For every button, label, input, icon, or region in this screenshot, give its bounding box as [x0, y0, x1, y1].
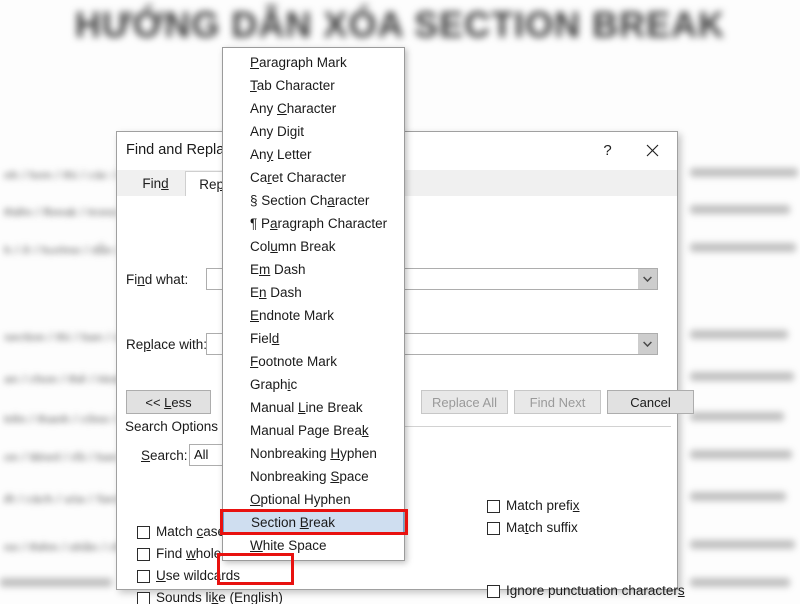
- checkbox-box[interactable]: [487, 500, 500, 513]
- chevron-down-icon[interactable]: [638, 269, 657, 289]
- bg-text-band: [690, 492, 786, 501]
- search-scope-label: Search:: [141, 448, 188, 463]
- tab-find[interactable]: Find: [126, 171, 185, 196]
- checkbox-box[interactable]: [137, 570, 150, 583]
- search-scope-value: All: [194, 447, 209, 462]
- menu-item-em-dash[interactable]: Em Dash: [223, 258, 404, 281]
- replace-all-button[interactable]: Replace All: [421, 390, 508, 414]
- menu-item-tab-character[interactable]: Tab Character: [223, 74, 404, 97]
- checkbox-label: Match prefix: [506, 498, 580, 513]
- checkbox-box[interactable]: [137, 526, 150, 539]
- chevron-down-icon[interactable]: [638, 334, 657, 354]
- menu-item-column-break[interactable]: Column Break: [223, 235, 404, 258]
- menu-item-nonbreaking-space[interactable]: Nonbreaking Space: [223, 465, 404, 488]
- menu-item-en-dash[interactable]: En Dash: [223, 281, 404, 304]
- checkbox-box[interactable]: [137, 592, 150, 604]
- checkbox-label: Use wildcards: [156, 568, 241, 583]
- replace-with-label: Replace with:: [126, 337, 208, 352]
- checkbox-label: Match suffix: [506, 520, 578, 535]
- bg-text-band: [690, 578, 790, 587]
- bg-text-band: [690, 205, 790, 214]
- menu-item-any-character[interactable]: Any Character: [223, 97, 404, 120]
- checkbox-label: Ignore punctuation characters: [506, 583, 685, 598]
- checkbox-label: Sounds like (English): [156, 590, 283, 604]
- bg-text-band: [690, 243, 796, 252]
- screenshot-root: HƯỚNG DẪN XÓA SECTION BREAK nh / hơn / t…: [0, 0, 800, 604]
- checkbox-box[interactable]: [137, 548, 150, 561]
- special-dropdown-menu: Paragraph Mark Tab Character Any Charact…: [222, 47, 405, 561]
- bg-text-band: [690, 412, 784, 421]
- menu-item-endnote-mark[interactable]: Endnote Mark: [223, 304, 404, 327]
- checkbox-box[interactable]: [487, 522, 500, 535]
- close-icon[interactable]: [630, 132, 675, 169]
- search-options-label: Search Options: [125, 419, 219, 434]
- menu-item-graphic[interactable]: Graphic: [223, 373, 404, 396]
- menu-item-manual-page-break[interactable]: Manual Page Break: [223, 419, 404, 442]
- menu-item-section-character[interactable]: § Section Character: [223, 189, 404, 212]
- less-button[interactable]: << Less: [126, 390, 211, 414]
- menu-item-paragraph-mark[interactable]: Paragraph Mark: [223, 51, 404, 74]
- checkbox-label: Match case: [156, 524, 226, 539]
- bg-text-band: [0, 578, 112, 587]
- menu-item-section-break[interactable]: Section Break: [223, 511, 404, 534]
- cancel-button[interactable]: Cancel: [607, 390, 694, 414]
- menu-item-paragraph-character[interactable]: ¶ Paragraph Character: [223, 212, 404, 235]
- menu-item-manual-line-break[interactable]: Manual Line Break: [223, 396, 404, 419]
- bg-text-band: [690, 168, 798, 177]
- bg-text-band: [690, 330, 788, 339]
- menu-item-footnote-mark[interactable]: Footnote Mark: [223, 350, 404, 373]
- menu-item-caret-character[interactable]: Caret Character: [223, 166, 404, 189]
- checkbox-box[interactable]: [487, 585, 500, 598]
- find-what-label: Find what:: [126, 272, 189, 287]
- menu-item-any-digit[interactable]: Any Digit: [223, 120, 404, 143]
- menu-item-nonbreaking-hyphen[interactable]: Nonbreaking Hyphen: [223, 442, 404, 465]
- bg-text-band: [690, 372, 794, 381]
- find-next-button[interactable]: Find Next: [514, 390, 601, 414]
- menu-item-optional-hyphen[interactable]: Optional Hyphen: [223, 488, 404, 511]
- menu-item-field[interactable]: Field: [223, 327, 404, 350]
- menu-item-white-space[interactable]: White Space: [223, 534, 404, 557]
- bg-text-band: [690, 540, 795, 549]
- document-title-blurred: HƯỚNG DẪN XÓA SECTION BREAK: [74, 4, 726, 45]
- bg-text-band: [690, 450, 792, 459]
- help-icon[interactable]: ?: [585, 132, 630, 169]
- menu-item-any-letter[interactable]: Any Letter: [223, 143, 404, 166]
